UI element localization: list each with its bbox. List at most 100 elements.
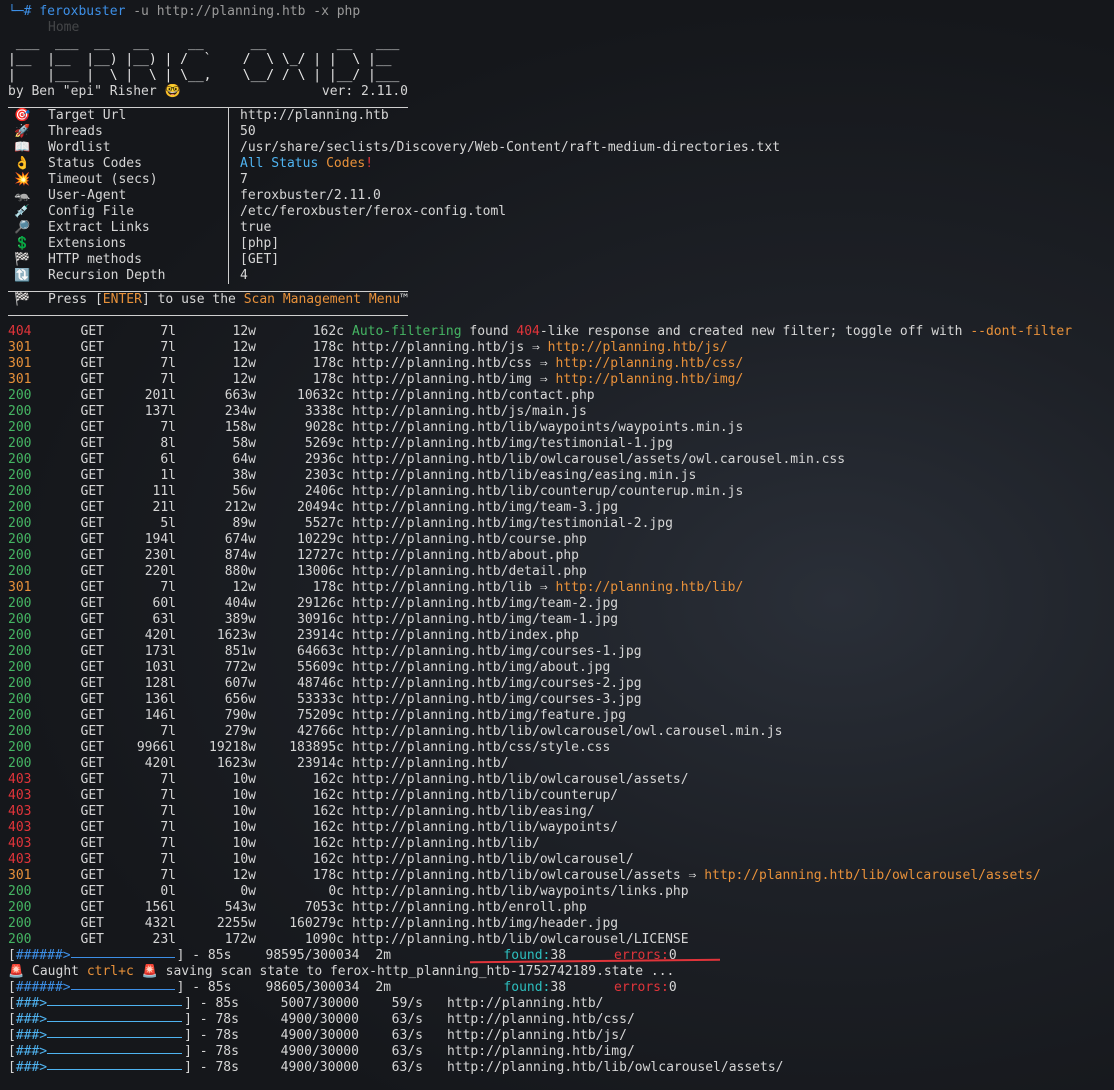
result-url[interactable]: http://planning.htb/img/testimonial-1.jp… — [352, 436, 673, 451]
result-url[interactable]: http://planning.htb/img/team-3.jpg — [352, 500, 618, 515]
result-url[interactable]: http://planning.htb/img/about.jpg — [352, 660, 610, 675]
char-count: 162c — [312, 836, 344, 851]
result-url[interactable]: http://planning.htb/lib/easing/easing.mi… — [352, 468, 696, 483]
result-url[interactable]: http://planning.htb/lib — [352, 580, 532, 595]
http-method: GET — [80, 548, 104, 563]
result-url[interactable]: http://planning.htb/lib/owlcarousel/asse… — [352, 452, 845, 467]
word-count: 874w — [224, 548, 256, 563]
config-row: 👌 Status Codes All Status Codes! — [8, 156, 1108, 172]
result-url[interactable]: http://planning.htb/about.php — [352, 548, 579, 563]
result-url[interactable]: http://planning.htb/contact.php — [352, 388, 595, 403]
result-url[interactable]: http://planning.htb/lib/ — [352, 836, 540, 851]
status-code: 200 — [8, 660, 32, 675]
word-count: 158w — [224, 420, 256, 435]
result-url[interactable]: http://planning.htb/img/courses-3.jpg — [352, 692, 642, 707]
status-code: 200 — [8, 932, 32, 947]
result-url[interactable]: http://planning.htb/lib/waypoints/ — [352, 820, 618, 835]
result-url[interactable]: http://planning.htb/lib/owlcarousel/asse… — [352, 772, 689, 787]
result-url[interactable]: http://planning.htb/img/feature.jpg — [352, 708, 626, 723]
elapsed-time: - 85s — [199, 996, 239, 1011]
result-url[interactable]: http://planning.htb/lib/owlcarousel/asse… — [352, 868, 681, 883]
redirect-url[interactable]: http://planning.htb/css/ — [556, 356, 744, 371]
status-code: 200 — [8, 516, 32, 531]
result-row: 200 GET 156l 543w 7053c http://planning.htb/e… — [8, 900, 1108, 916]
result-url[interactable]: http://planning.htb/ — [352, 756, 509, 771]
status-code: 200 — [8, 900, 32, 915]
redirect-url[interactable]: http://planning.htb/lib/owlcarousel/asse… — [704, 868, 1041, 883]
terminal-window: { "prompt": { "prefix": "└─#", "command"… — [0, 0, 1114, 1090]
result-url[interactable]: http://planning.htb/img/testimonial-2.jp… — [352, 516, 673, 531]
char-count: 162c — [312, 788, 344, 803]
line-count: 7l — [160, 420, 176, 435]
result-url[interactable]: http://planning.htb/detail.php — [352, 564, 587, 579]
result-url[interactable]: http://planning.htb/lib/owlcarousel/ — [352, 852, 634, 867]
result-row: 200 GET 173l 851w 64663c http://planning.htb/… — [8, 644, 1108, 660]
char-count: 162c — [312, 772, 344, 787]
redirect-arrow: ⇒ — [532, 580, 556, 595]
http-method: GET — [80, 324, 104, 339]
result-url[interactable]: http://planning.htb/img — [352, 372, 532, 387]
progress-bar-track — [47, 1012, 183, 1022]
http-method: GET — [80, 612, 104, 627]
result-url[interactable]: http://planning.htb/lib/owlcarousel/LICE… — [352, 932, 689, 947]
config-row: 💥 Timeout (secs) 7 — [8, 172, 1108, 188]
result-url[interactable]: http://planning.htb/lib/owlcarousel/owl.… — [352, 724, 782, 739]
result-row: 200 GET 230l 874w 12727c http://planning.htb/… — [8, 548, 1108, 564]
result-row: 200 GET 432l 2255w 160279c http://planning.ht… — [8, 916, 1108, 932]
redirect-url[interactable]: http://planning.htb/js/ — [548, 340, 728, 355]
result-url[interactable]: http://planning.htb/img/header.jpg — [352, 916, 618, 931]
result-url[interactable]: http://planning.htb/lib/easing/ — [352, 804, 595, 819]
result-url[interactable]: http://planning.htb/img/team-1.jpg — [352, 612, 618, 627]
redirect-url[interactable]: http://planning.htb/lib/ — [556, 580, 744, 595]
line-count: 8l — [160, 436, 176, 451]
http-method: GET — [80, 516, 104, 531]
char-count: 2406c — [304, 484, 344, 499]
line-count: 420l — [144, 756, 176, 771]
result-row: 200 GET 6l 64w 2936c http://planning.htb/lib/… — [8, 452, 1108, 468]
status-code: 301 — [8, 372, 32, 387]
char-count: 75209c — [297, 708, 344, 723]
progress-bar-fill: ###> — [15, 1028, 48, 1043]
result-url[interactable]: http://planning.htb/img/courses-1.jpg — [352, 644, 642, 659]
result-url[interactable]: http://planning.htb/css — [352, 356, 532, 371]
status-code: 200 — [8, 644, 32, 659]
redirect-url[interactable]: http://planning.htb/img/ — [556, 372, 744, 387]
result-row: 403 GET 7l 10w 162c http://planning.htb/lib/c… — [8, 788, 1108, 804]
char-count: 2303c — [304, 468, 344, 483]
scan-management-menu-link[interactable]: Scan Management Menu — [244, 292, 401, 307]
result-url[interactable]: http://planning.htb/index.php — [352, 628, 579, 643]
status-code: 200 — [8, 468, 32, 483]
request-rate: 63/s — [391, 1028, 423, 1043]
result-url[interactable]: http://planning.htb/lib/counterup/counte… — [352, 484, 743, 499]
http-method: GET — [80, 468, 104, 483]
result-url[interactable]: http://planning.htb/lib/waypoints/links.… — [352, 884, 689, 899]
line-count: 7l — [160, 340, 176, 355]
word-count: 1623w — [216, 628, 256, 643]
config-row: 🚀 Threads 50 — [8, 124, 1108, 140]
http-method: GET — [80, 772, 104, 787]
result-url[interactable]: http://planning.htb/img/courses-2.jpg — [352, 676, 642, 691]
result-row: 200 GET 5l 89w 5527c http://planning.htb/img/… — [8, 516, 1108, 532]
line-count: 7l — [160, 788, 176, 803]
config-row: 🦡 User-Agent feroxbuster/2.11.0 — [8, 188, 1108, 204]
status-code: 200 — [8, 724, 32, 739]
result-url[interactable]: http://planning.htb/img/team-2.jpg — [352, 596, 618, 611]
http-method: GET — [80, 644, 104, 659]
result-url[interactable]: http://planning.htb/js — [352, 340, 524, 355]
http-method: GET — [80, 388, 104, 403]
progress-bar-track — [47, 996, 183, 1006]
config-value: All Status Codes! — [240, 156, 374, 171]
result-url[interactable]: http://planning.htb/lib/waypoints/waypoi… — [352, 420, 743, 435]
config-value: /usr/share/seclists/Discovery/Web-Conten… — [240, 140, 781, 155]
result-url[interactable]: http://planning.htb/lib/counterup/ — [352, 788, 618, 803]
word-count: 212w — [224, 500, 256, 515]
result-url[interactable]: http://planning.htb/js/main.js — [352, 404, 587, 419]
result-url[interactable]: http://planning.htb/course.php — [352, 532, 587, 547]
status-code: 200 — [8, 436, 32, 451]
char-count: 10632c — [297, 388, 344, 403]
result-url[interactable]: http://planning.htb/css/style.css — [352, 740, 610, 755]
config-row: 🎯 Target Url http://planning.htb — [8, 108, 1108, 124]
http-method: GET — [80, 660, 104, 675]
result-url[interactable]: http://planning.htb/enroll.php — [352, 900, 587, 915]
word-count: 880w — [224, 564, 256, 579]
